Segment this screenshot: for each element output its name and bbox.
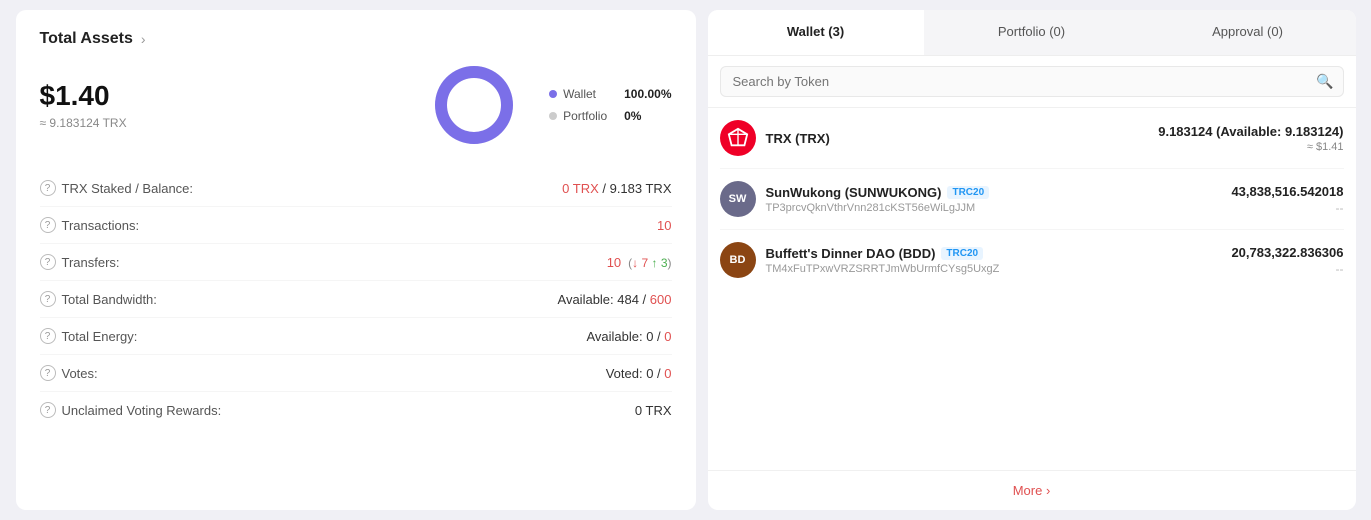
sunwukong-address: TP3prcvQknVthrVnn281cKST56eWiLgJJM (766, 202, 1222, 214)
legend-wallet: Wallet 100.00% (549, 87, 671, 101)
more-footer: More › (708, 470, 1356, 510)
trx-staked-label: TRX Staked / Balance: (62, 181, 194, 196)
bdd-usd: -- (1231, 262, 1343, 276)
search-icon: 🔍 (1316, 73, 1333, 90)
total-assets-header: Total Assets › (40, 30, 672, 48)
more-link[interactable]: More › (720, 483, 1344, 498)
help-icon-transactions[interactable]: ? (40, 217, 56, 233)
transfers-value: 10 (↓ 7 ↑ 3) (607, 255, 672, 270)
stat-unclaimed-rewards: ? Unclaimed Voting Rewards: 0 TRX (40, 392, 672, 428)
stat-total-bandwidth: ? Total Bandwidth: Available: 484 / 600 (40, 281, 672, 318)
transactions-label: Transactions: (62, 218, 140, 233)
stat-transactions: ? Transactions: 10 (40, 207, 672, 244)
stat-trx-staked: ? TRX Staked / Balance: 0 TRX / 9.183 TR… (40, 170, 672, 207)
stat-votes: ? Votes: Voted: 0 / 0 (40, 355, 672, 392)
trx-staked-value: 0 TRX / 9.183 TRX (562, 181, 671, 196)
top-section: $1.40 ≈ 9.183124 TRX Wallet 100.00% Port… (40, 60, 672, 150)
bandwidth-value: Available: 484 / 600 (558, 292, 672, 307)
sunwukong-icon: SW (720, 181, 756, 217)
trx-amount: 9.183124 (Available: 9.183124) ≈ $1.41 (1158, 124, 1343, 153)
bandwidth-label: Total Bandwidth: (62, 292, 157, 307)
unclaimed-value: 0 TRX (635, 403, 672, 418)
trx-balance: 9.183124 (Available: 9.183124) (1158, 124, 1343, 139)
tab-wallet[interactable]: Wallet (3) (708, 10, 924, 55)
asset-usd: $1.40 (40, 80, 410, 112)
tabs: Wallet (3) Portfolio (0) Approval (0) (708, 10, 1356, 56)
bdd-info: Buffett's Dinner DAO (BDD) TRC20 TM4xFuT… (766, 246, 1222, 275)
wallet-dot (549, 90, 557, 98)
bdd-badge: TRC20 (941, 247, 983, 260)
help-icon-transfers[interactable]: ? (40, 254, 56, 270)
sunwukong-balance: 43,838,516.542018 (1231, 184, 1343, 199)
wallet-legend-label: Wallet (563, 87, 618, 101)
energy-label: Total Energy: (62, 329, 138, 344)
transactions-value: 10 (657, 218, 671, 233)
votes-value: Voted: 0 / 0 (606, 366, 672, 381)
stat-total-energy: ? Total Energy: Available: 0 / 0 (40, 318, 672, 355)
search-input[interactable] (720, 66, 1344, 97)
asset-values: $1.40 ≈ 9.183124 TRX (40, 80, 410, 130)
bdd-name: Buffett's Dinner DAO (BDD) TRC20 (766, 246, 1222, 261)
trx-usd: ≈ $1.41 (1158, 141, 1343, 153)
trx-name: TRX (TRX) (766, 131, 1149, 146)
token-row-bdd[interactable]: BD Buffett's Dinner DAO (BDD) TRC20 TM4x… (720, 230, 1344, 290)
asset-trx: ≈ 9.183124 TRX (40, 116, 410, 130)
votes-label: Votes: (62, 366, 98, 381)
bdd-amount: 20,783,322.836306 -- (1231, 245, 1343, 276)
stat-transfers: ? Transfers: 10 (↓ 7 ↑ 3) (40, 244, 672, 281)
legend: Wallet 100.00% Portfolio 0% (549, 87, 671, 123)
portfolio-legend-label: Portfolio (563, 109, 618, 123)
bdd-balance: 20,783,322.836306 (1231, 245, 1343, 260)
trx-icon (720, 120, 756, 156)
sunwukong-info: SunWukong (SUNWUKONG) TRC20 TP3prcvQknVt… (766, 185, 1222, 214)
donut-chart (429, 60, 519, 150)
token-row-trx[interactable]: TRX (TRX) 9.183124 (Available: 9.183124)… (720, 108, 1344, 169)
energy-value: Available: 0 / 0 (586, 329, 671, 344)
total-assets-title: Total Assets (40, 30, 133, 48)
left-panel: Total Assets › $1.40 ≈ 9.183124 TRX Wall… (16, 10, 696, 510)
tab-approval[interactable]: Approval (0) (1140, 10, 1356, 55)
legend-portfolio: Portfolio 0% (549, 109, 671, 123)
search-bar: 🔍 (708, 56, 1356, 108)
wallet-legend-value: 100.00% (624, 87, 671, 101)
help-icon-unclaimed[interactable]: ? (40, 402, 56, 418)
help-icon-energy[interactable]: ? (40, 328, 56, 344)
tab-portfolio[interactable]: Portfolio (0) (924, 10, 1140, 55)
right-panel: Wallet (3) Portfolio (0) Approval (0) 🔍 (708, 10, 1356, 510)
total-assets-arrow-icon[interactable]: › (141, 31, 146, 47)
token-list: TRX (TRX) 9.183124 (Available: 9.183124)… (708, 108, 1356, 470)
sunwukong-amount: 43,838,516.542018 -- (1231, 184, 1343, 215)
unclaimed-label: Unclaimed Voting Rewards: (62, 403, 222, 418)
token-row-sunwukong[interactable]: SW SunWukong (SUNWUKONG) TRC20 TP3prcvQk… (720, 169, 1344, 230)
help-icon-votes[interactable]: ? (40, 365, 56, 381)
sunwukong-name: SunWukong (SUNWUKONG) TRC20 (766, 185, 1222, 200)
bdd-address: TM4xFuTPxwVRZSRRTJmWbUrmfCYsg5UxgZ (766, 263, 1222, 275)
bdd-icon: BD (720, 242, 756, 278)
portfolio-dot (549, 112, 557, 120)
help-icon-bandwidth[interactable]: ? (40, 291, 56, 307)
help-icon-trx-staked[interactable]: ? (40, 180, 56, 196)
transfers-label: Transfers: (62, 255, 120, 270)
trx-info: TRX (TRX) (766, 131, 1149, 146)
sunwukong-usd: -- (1231, 201, 1343, 215)
app-container: Total Assets › $1.40 ≈ 9.183124 TRX Wall… (16, 10, 1356, 510)
portfolio-legend-value: 0% (624, 109, 641, 123)
sunwukong-badge: TRC20 (947, 186, 989, 199)
